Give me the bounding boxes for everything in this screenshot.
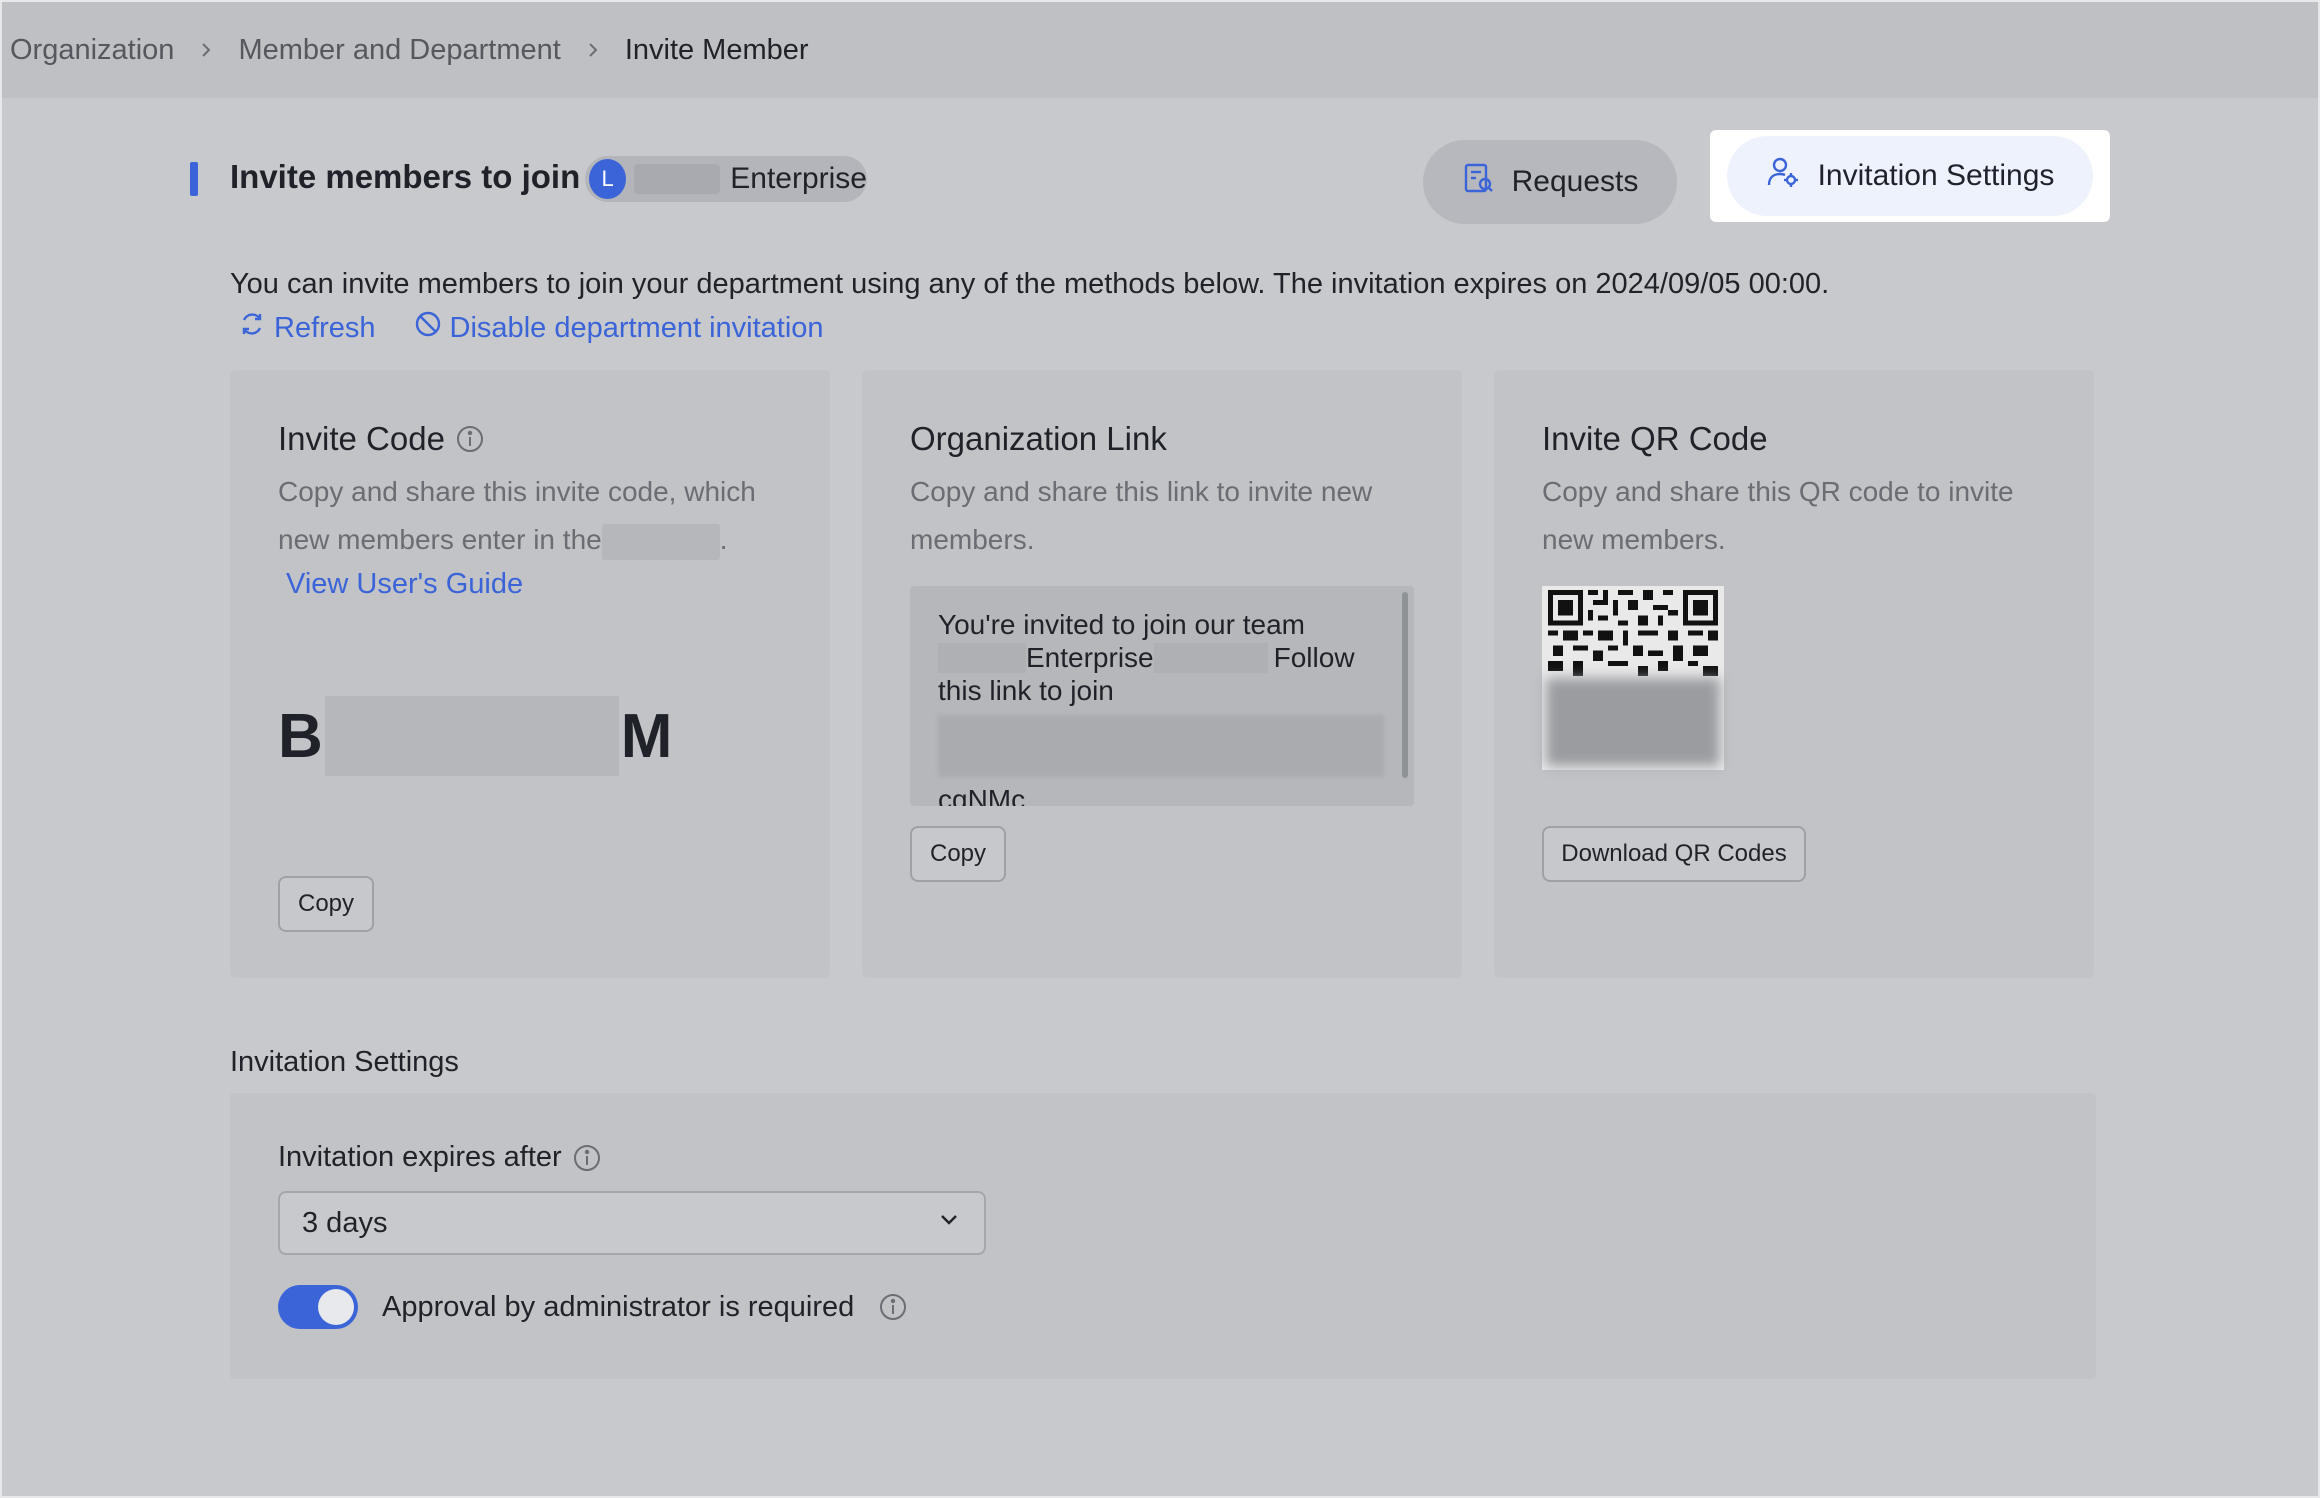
requests-button[interactable]: Requests (1423, 140, 1677, 224)
refresh-label: Refresh (274, 311, 376, 344)
invitation-settings-label: Invitation Settings (1817, 159, 2055, 192)
org-badge: L Enterprise (585, 156, 867, 202)
breadcrumb-member-department[interactable]: Member and Department (238, 34, 560, 67)
breadcrumb-organization[interactable]: Organization (10, 34, 174, 67)
invite-code-card: Invite Code Copy and share this invite c… (230, 370, 830, 978)
redacted-qr (1546, 678, 1720, 766)
refresh-link[interactable]: Refresh (238, 310, 376, 346)
invite-code-start: B (278, 701, 323, 771)
qr-code-title: Invite QR Code (1542, 420, 1768, 457)
invitation-settings-button[interactable]: Invitation Settings (1727, 136, 2093, 216)
breadcrumb: Organization Member and Department Invit… (2, 2, 2318, 98)
chevron-down-icon (936, 1206, 962, 1240)
qr-code-description: Copy and share this QR code to invite ne… (1542, 476, 2014, 555)
qr-code-image (1542, 586, 1724, 770)
download-qr-button[interactable]: Download QR Codes (1542, 826, 1806, 882)
redacted-text (601, 523, 720, 560)
invite-code-desc-end: . (719, 524, 728, 555)
disable-icon (414, 310, 442, 346)
qr-code-card: Invite QR Code Copy and share this QR co… (1494, 370, 2094, 978)
expire-label: Invitation expires after (278, 1141, 562, 1173)
page-title: Invite members to join (230, 158, 581, 195)
invite-code-end: M (620, 701, 673, 771)
invite-code-value: B M (278, 696, 672, 776)
expire-label-row: Invitation expires after (278, 1141, 602, 1174)
copy-code-button[interactable]: Copy (278, 876, 374, 932)
requests-icon (1462, 161, 1496, 203)
org-link-card: Organization Link Copy and share this li… (862, 370, 1462, 978)
redacted-url (938, 715, 1384, 777)
approval-toggle[interactable] (278, 1285, 358, 1329)
chevron-right-icon (583, 40, 603, 60)
disable-invitation-label: Disable department invitation (449, 311, 824, 344)
expire-select-value: 3 days (302, 1206, 388, 1239)
org-link-textbox[interactable]: You're invited to join our team Enterpri… (910, 586, 1414, 806)
invite-actions: Refresh Disable department invitation (238, 310, 824, 346)
link-text-follow: Follow (1273, 642, 1355, 673)
org-avatar: L (589, 159, 627, 199)
link-text-line3: this link to join (938, 675, 1114, 706)
redacted-text (938, 642, 1026, 673)
title-accent-bar (190, 162, 198, 196)
info-icon[interactable] (455, 424, 485, 454)
refresh-icon (238, 310, 266, 346)
chevron-right-icon (196, 40, 216, 60)
redacted-code (324, 696, 619, 776)
link-text-tail: cqNMc (938, 784, 1026, 806)
info-icon[interactable] (572, 1143, 602, 1173)
header-row: Invite members to join L Enterprise Requ… (190, 130, 2120, 230)
org-link-description: Copy and share this link to invite new m… (910, 476, 1373, 555)
copy-link-button[interactable]: Copy (910, 826, 1006, 882)
textbox-scrollbar[interactable] (1402, 592, 1408, 778)
org-name: Enterprise (730, 162, 867, 195)
user-gear-icon (1766, 155, 1800, 197)
view-user-guide-link[interactable]: View User's Guide (286, 568, 523, 601)
expire-select[interactable]: 3 days (278, 1191, 986, 1255)
disable-invitation-link[interactable]: Disable department invitation (414, 310, 824, 346)
invite-code-title: Invite Code (278, 420, 445, 457)
link-text-enterprise: Enterprise (1026, 642, 1154, 673)
settings-section-label: Invitation Settings (230, 1046, 459, 1078)
toggle-knob (318, 1289, 354, 1325)
breadcrumb-invite-member: Invite Member (624, 33, 809, 66)
invite-description: You can invite members to join your depa… (230, 268, 1830, 300)
approval-label: Approval by administrator is required (382, 1290, 855, 1323)
redacted-text (1153, 642, 1268, 673)
qr-pattern (1548, 590, 1718, 676)
org-link-title: Organization Link (910, 420, 1167, 457)
approval-toggle-row: Approval by administrator is required (278, 1285, 908, 1329)
info-icon[interactable] (878, 1292, 908, 1322)
invite-code-description: Copy and share this invite code, which n… (278, 468, 798, 564)
requests-label: Requests (1511, 165, 1639, 198)
link-text-line2: Enterprise Follow (938, 641, 1378, 674)
link-text-line1: You're invited to join our team (938, 609, 1305, 640)
redacted-text (634, 164, 721, 194)
invite-code-title-row: Invite Code (278, 420, 485, 458)
settings-panel: Invitation expires after 3 days Approval… (230, 1093, 2096, 1379)
